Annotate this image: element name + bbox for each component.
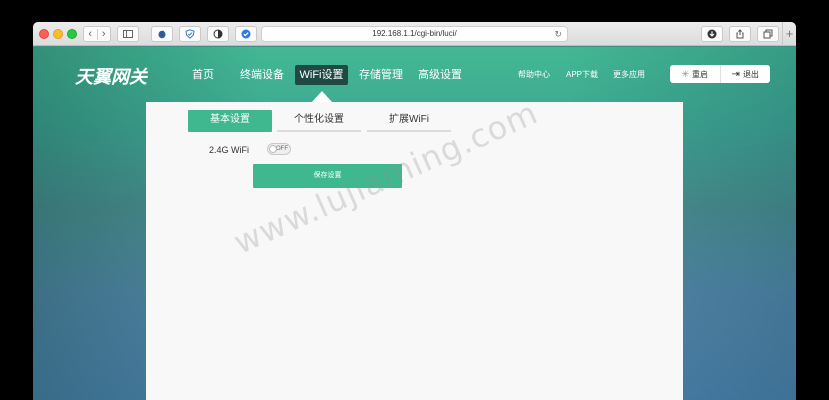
wifi-24g-label: 2.4G WiFi (209, 145, 250, 155)
extension-button-4[interactable] (235, 26, 257, 42)
toggle-state-text: OFF (276, 146, 288, 152)
reboot-label: 重启 (692, 69, 709, 79)
logout-button[interactable]: ⇥ 退出 (721, 65, 771, 83)
share-button[interactable] (729, 26, 751, 42)
zoom-window-button[interactable] (67, 29, 77, 39)
back-forward-group: ‹ › (83, 26, 111, 42)
check-badge-icon (241, 29, 251, 39)
reboot-button[interactable]: ✳ 重启 (670, 65, 721, 83)
shield-icon (185, 29, 195, 39)
nav-wifi-settings[interactable]: WiFi设置 (295, 65, 348, 85)
tab-basic-settings[interactable]: 基本设置 (188, 110, 272, 132)
back-button[interactable]: ‹ (84, 28, 98, 40)
system-controls: ✳ 重启 ⇥ 退出 (670, 65, 770, 83)
minimize-window-button[interactable] (53, 29, 63, 39)
active-nav-indicator (312, 91, 332, 102)
sidebar-icon (123, 30, 133, 38)
nav-advanced[interactable]: 高级设置 (416, 65, 464, 85)
wifi-24g-toggle[interactable]: OFF (267, 143, 291, 155)
brand-logo: 天翼网关 (75, 67, 147, 87)
link-help-center[interactable]: 帮助中心 (518, 67, 550, 83)
extension-button-2[interactable] (179, 26, 201, 42)
link-app-download[interactable]: APP下载 (566, 67, 598, 83)
address-bar[interactable]: 192.168.1.1/cgi-bin/luci/ ↻ (261, 26, 568, 42)
link-more-apps[interactable]: 更多应用 (613, 67, 645, 83)
bird-icon (158, 30, 166, 39)
extension-button-1[interactable] (151, 26, 173, 42)
reload-icon[interactable]: ↻ (554, 27, 562, 41)
tabs-icon (763, 29, 773, 39)
nav-storage[interactable]: 存储管理 (357, 65, 405, 85)
router-page: 天翼网关 首页 终端设备 WiFi设置 存储管理 高级设置 帮助中心 APP下载… (33, 47, 796, 400)
half-circle-icon (213, 29, 223, 39)
url-text: 192.168.1.1/cgi-bin/luci/ (372, 29, 457, 38)
logout-icon: ⇥ (731, 68, 740, 80)
tabs-overview-button[interactable] (757, 26, 779, 42)
browser-toolbar: ‹ › 192.168.1.1/cgi-bin/luci/ ↻ + (33, 22, 796, 46)
tab-extend-wifi[interactable]: 扩展WiFi (367, 110, 451, 132)
download-icon (707, 29, 717, 39)
reboot-spinner-icon: ✳ (681, 68, 690, 79)
downloads-button[interactable] (701, 26, 723, 42)
sidebar-toggle-button[interactable] (117, 26, 139, 42)
toggle-knob (269, 145, 277, 153)
nav-home[interactable]: 首页 (188, 65, 218, 85)
share-icon (736, 29, 744, 39)
new-tab-button[interactable]: + (782, 22, 796, 46)
close-window-button[interactable] (39, 29, 49, 39)
tab-personalization[interactable]: 个性化设置 (277, 110, 361, 132)
forward-button[interactable]: › (98, 28, 111, 40)
browser-window: ‹ › 192.168.1.1/cgi-bin/luci/ ↻ + 天翼网关 首… (33, 22, 796, 400)
logout-label: 退出 (742, 69, 759, 79)
extension-button-3[interactable] (207, 26, 229, 42)
nav-devices[interactable]: 终端设备 (239, 65, 285, 85)
